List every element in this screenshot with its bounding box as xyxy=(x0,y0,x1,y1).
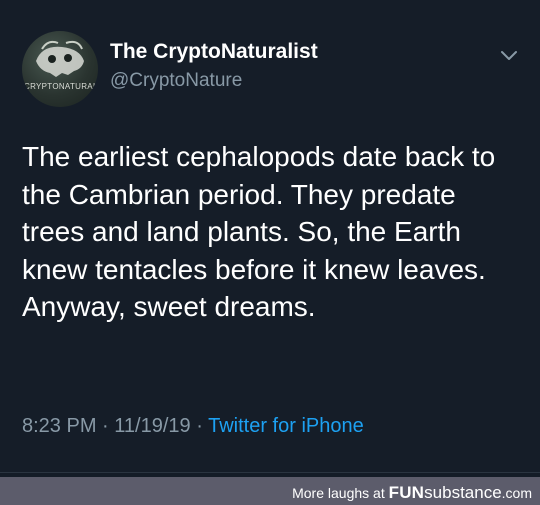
meta-separator: · xyxy=(102,415,109,437)
tweet-text-line: the Cambrian period. They predate xyxy=(22,178,456,210)
watermark-text[interactable]: More laughs at FUNsubstance.com xyxy=(292,483,532,503)
watermark-brand-rest: substance xyxy=(424,483,502,502)
chevron-down-icon[interactable] xyxy=(498,44,520,66)
divider xyxy=(0,472,540,473)
tweet-text-line: The earliest cephalopods date back to xyxy=(22,141,496,172)
screenshot-page: CRYPTONATURALIST The CryptoNaturalist @C… xyxy=(0,0,540,505)
tweet-source-link[interactable]: Twitter for iPhone xyxy=(208,415,364,437)
tweet-card: CRYPTONATURALIST The CryptoNaturalist @C… xyxy=(0,0,540,473)
tweet-text-line: Anyway, sweet dreams. xyxy=(22,291,316,322)
tweet-text-line: trees and land plants. So, the Earth xyxy=(22,216,461,247)
meta-separator: · xyxy=(196,415,203,437)
watermark-prefix: More laughs at xyxy=(292,485,385,501)
skull-logo-icon: CRYPTONATURALIST xyxy=(24,40,98,91)
tweet-text: The earliest cephalopods date back to th… xyxy=(22,138,522,326)
watermark-brand-bold: FUN xyxy=(388,483,425,502)
avatar-logo-text: CRYPTONATURALIST xyxy=(24,82,98,91)
avatar[interactable]: CRYPTONATURALIST xyxy=(22,31,98,107)
watermark-footer: More laughs at FUNsubstance.com xyxy=(0,477,540,505)
tweet-time[interactable]: 8:23 PM xyxy=(22,415,96,437)
display-name[interactable]: The CryptoNaturalist xyxy=(110,40,318,64)
tweet-text-line: knew tentacles before it knew leaves. xyxy=(22,253,486,285)
user-handle[interactable]: @CryptoNature xyxy=(110,70,242,92)
watermark-brand-tld: .com xyxy=(501,485,532,501)
tweet-date[interactable]: 11/19/19 xyxy=(114,415,190,437)
tweet-metadata: 8:23 PM · 11/19/19 · Twitter for iPhone xyxy=(22,415,364,438)
